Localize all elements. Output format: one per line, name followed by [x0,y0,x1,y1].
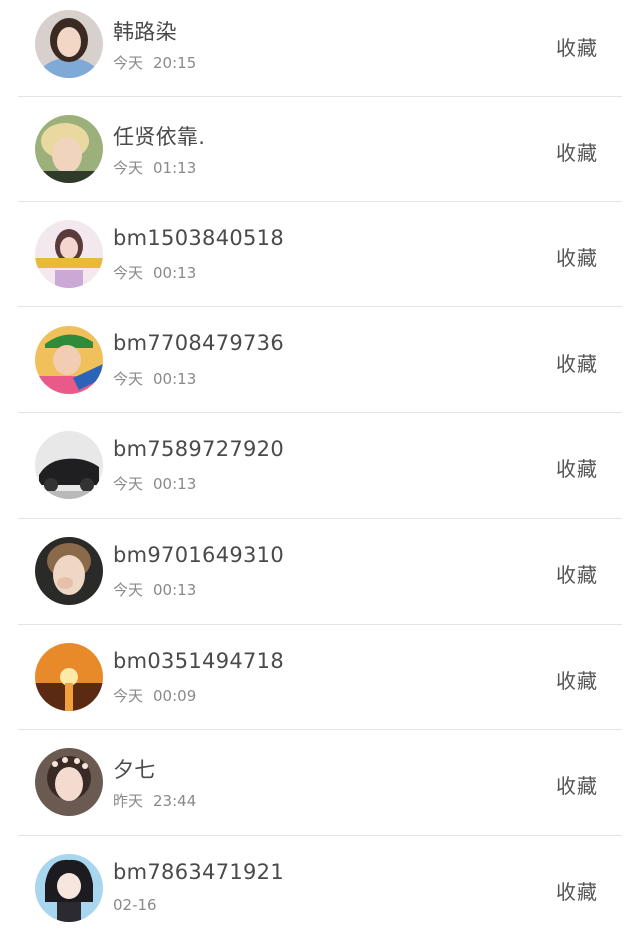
contact-name: bm7589727920 [113,437,284,461]
avatar[interactable] [35,220,103,288]
contact-name: bm7863471921 [113,860,284,884]
favorite-button[interactable]: 收藏 [556,453,598,482]
last-seen-day: 今天 [113,54,144,72]
avatar[interactable] [35,431,103,499]
divider [18,96,622,97]
favorite-button[interactable]: 收藏 [556,559,598,588]
divider [18,201,622,202]
last-seen-time: 20:15 [153,54,197,72]
list-item[interactable]: bm9701649310 今天 00:13 收藏 [0,526,640,631]
last-seen-time: 00:09 [153,687,197,705]
last-seen-day: 今天 [113,475,144,493]
avatar[interactable] [35,537,103,605]
avatar[interactable] [35,643,103,711]
last-seen: 02-16 [113,896,157,914]
favorite-button[interactable]: 收藏 [556,665,598,694]
avatar[interactable] [35,326,103,394]
avatar[interactable] [35,748,103,816]
last-seen-day: 今天 [113,581,144,599]
last-seen: 今天 00:13 [113,473,196,494]
contact-name: bm7708479736 [113,331,284,355]
favorite-button[interactable]: 收藏 [556,242,598,271]
last-seen-time: 00:13 [153,370,197,388]
last-seen-time: 00:13 [153,475,197,493]
list-item[interactable]: 任贤依靠. 今天 01:13 收藏 [0,105,640,210]
last-seen-day: 昨天 [113,792,144,810]
contact-name: bm0351494718 [113,649,284,673]
favorite-button[interactable]: 收藏 [556,137,598,166]
last-seen: 今天 00:13 [113,262,196,283]
divider [18,412,622,413]
favorite-button[interactable]: 收藏 [556,32,598,61]
divider [18,729,622,730]
divider [18,306,622,307]
last-seen-day: 今天 [113,264,144,282]
favorite-button[interactable]: 收藏 [556,876,598,905]
last-seen: 今天 00:13 [113,368,196,389]
favorite-button[interactable]: 收藏 [556,770,598,799]
list-item[interactable]: bm7589727920 今天 00:13 收藏 [0,420,640,525]
last-seen: 昨天 23:44 [113,790,196,811]
list-item[interactable]: bm1503840518 今天 00:13 收藏 [0,210,640,315]
avatar[interactable] [35,854,103,922]
last-seen-time: 02-16 [113,896,157,914]
divider [18,835,622,836]
last-seen: 今天 00:09 [113,685,196,706]
last-seen-day: 今天 [113,687,144,705]
last-seen: 今天 01:13 [113,157,196,178]
favorite-button[interactable]: 收藏 [556,348,598,377]
last-seen-day: 今天 [113,370,144,388]
last-seen: 今天 00:13 [113,579,196,600]
last-seen-time: 00:13 [153,264,197,282]
last-seen-time: 01:13 [153,159,197,177]
avatar[interactable] [35,10,103,78]
list-item[interactable]: bm7708479736 今天 00:13 收藏 [0,315,640,420]
avatar[interactable] [35,115,103,183]
last-seen-day: 今天 [113,159,144,177]
contact-name: 夕七 [113,758,156,782]
list-item[interactable]: 夕七 昨天 23:44 收藏 [0,737,640,842]
contact-name: bm9701649310 [113,543,284,567]
divider [18,624,622,625]
last-seen-time: 00:13 [153,581,197,599]
divider [18,518,622,519]
last-seen: 今天 20:15 [113,52,196,73]
contact-name: 韩路染 [113,20,177,44]
list-item[interactable]: bm7863471921 02-16 收藏 [0,843,640,948]
list-item[interactable]: bm0351494718 今天 00:09 收藏 [0,632,640,737]
list-item[interactable]: 韩路染 今天 20:15 收藏 [0,0,640,105]
contact-name: 任贤依靠. [113,125,206,149]
contact-name: bm1503840518 [113,226,284,250]
last-seen-time: 23:44 [153,792,197,810]
